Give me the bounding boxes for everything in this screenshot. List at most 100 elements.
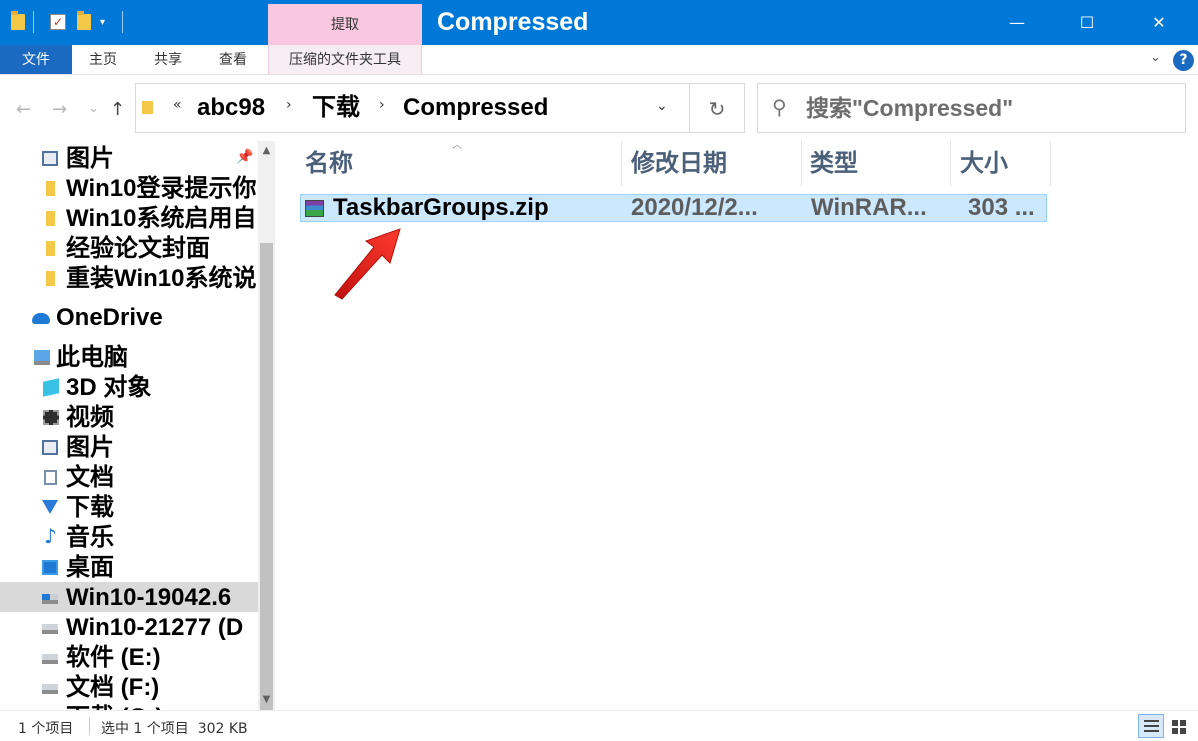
column-header-label: 修改日期 — [631, 150, 727, 177]
nav-item-pictures[interactable]: 图片 — [0, 432, 258, 462]
details-view-icon[interactable] — [1138, 714, 1164, 738]
breadcrumb-downloads[interactable]: 下载 — [312, 92, 360, 124]
search-box[interactable]: ⚲ — [757, 83, 1186, 133]
nav-item-label: 此电脑 — [56, 344, 128, 371]
scrollbar-thumb[interactable] — [260, 243, 273, 741]
nav-item-pictures-quick[interactable]: 图片 📌 — [0, 143, 258, 173]
window-title: Compressed — [437, 8, 589, 36]
scroll-up-icon[interactable]: ▲ — [258, 145, 275, 156]
refresh-button[interactable]: ↻ — [690, 83, 745, 133]
folder-icon — [46, 271, 55, 286]
new-folder-icon[interactable] — [77, 10, 91, 34]
drive-icon — [42, 654, 58, 664]
overflow-chevron[interactable]: « — [173, 97, 182, 113]
up-button[interactable]: ↑ — [110, 99, 125, 120]
expand-ribbon-icon[interactable]: ⌄ — [1150, 50, 1161, 65]
navigation-pane: 图片 📌 Win10登录提示你 Win10系统启用自 经验论文封面 重装Win1… — [0, 141, 258, 710]
nav-item-onedrive[interactable]: OneDrive — [0, 302, 258, 332]
address-dropdown-icon[interactable]: ⌄ — [656, 98, 668, 114]
quick-access-separator — [33, 10, 34, 34]
column-header-label: 类型 — [810, 150, 858, 177]
search-input[interactable] — [806, 92, 1176, 124]
help-icon[interactable]: ? — [1173, 50, 1194, 71]
breadcrumb-separator[interactable]: › — [379, 97, 385, 113]
close-button[interactable]: ✕ — [1124, 0, 1194, 45]
large-icons-view-icon[interactable] — [1166, 714, 1192, 738]
nav-item-label: 视频 — [66, 404, 114, 431]
column-header-size[interactable]: 大小 — [955, 141, 1051, 186]
column-header-type[interactable]: 类型 — [805, 141, 951, 186]
quick-access-separator — [122, 10, 123, 34]
folder-icon — [46, 211, 55, 226]
status-divider — [89, 717, 90, 735]
column-header-name[interactable]: 名称 — [300, 141, 622, 186]
nav-item-documents[interactable]: 文档 — [0, 462, 258, 492]
minimize-button[interactable]: — — [982, 0, 1052, 45]
nav-item-label: 重装Win10系统说 — [66, 265, 257, 292]
status-bar: 1 个项目 选中 1 个项目 302 KB — [0, 710, 1198, 741]
customize-quick-access-icon[interactable]: ▾ — [100, 10, 105, 34]
forward-button[interactable]: → — [52, 99, 67, 120]
nav-item-drive-e[interactable]: 软件 (E:) — [0, 642, 258, 672]
winrar-archive-icon — [305, 200, 324, 217]
breadcrumb-abc98[interactable]: abc98 — [197, 92, 265, 124]
this-pc-icon — [34, 350, 50, 365]
context-tab-extract[interactable]: 提取 — [268, 4, 422, 45]
tab-home[interactable]: 主页 — [75, 45, 131, 74]
pin-icon[interactable]: 📌 — [236, 149, 253, 165]
nav-item-label: Win10系统启用自 — [66, 205, 257, 232]
nav-item-label: Win10-19042.6 — [66, 584, 232, 611]
documents-icon — [44, 470, 57, 485]
nav-item-music[interactable]: ♪ 音乐 — [0, 522, 258, 552]
pictures-icon — [42, 440, 58, 455]
folder-icon — [46, 241, 55, 256]
folder-icon — [11, 10, 25, 34]
maximize-button[interactable]: ☐ — [1052, 0, 1122, 45]
nav-item-drive-f[interactable]: 文档 (F:) — [0, 672, 258, 702]
navigation-scrollbar[interactable]: ▲ ▼ — [258, 141, 275, 741]
nav-item-folder[interactable]: 经验论文封面 — [0, 233, 258, 263]
tab-share[interactable]: 共享 — [140, 45, 196, 74]
tab-file[interactable]: 文件 — [0, 45, 72, 74]
nav-item-drive-c[interactable]: Win10-19042.6 — [0, 582, 258, 612]
tab-view[interactable]: 查看 — [205, 45, 261, 74]
red-annotation-arrow — [334, 228, 401, 300]
music-icon: ♪ — [44, 524, 57, 548]
file-modified: 2020/12/2... — [631, 194, 758, 221]
file-name: TaskbarGroups.zip — [333, 194, 549, 221]
nav-item-drive-g[interactable]: 下载 (G:) — [0, 702, 258, 710]
nav-item-desktop[interactable]: 桌面 — [0, 552, 258, 582]
drive-icon — [42, 624, 58, 634]
nav-item-folder[interactable]: 重装Win10系统说 — [0, 263, 258, 293]
back-button[interactable]: ← — [16, 99, 31, 120]
nav-item-this-pc[interactable]: 此电脑 — [0, 342, 258, 372]
nav-item-downloads[interactable]: 下载 — [0, 492, 258, 522]
nav-item-videos[interactable]: 视频 — [0, 402, 258, 432]
file-row[interactable]: TaskbarGroups.zip 2020/12/2... WinRAR...… — [300, 194, 1047, 222]
column-header-date[interactable]: 修改日期 — [626, 141, 802, 186]
file-type: WinRAR... — [811, 194, 927, 221]
recent-locations-button[interactable]: ⌄ — [88, 101, 99, 116]
scroll-down-icon[interactable]: ▼ — [258, 694, 275, 705]
breadcrumb-compressed[interactable]: Compressed — [403, 92, 548, 124]
breadcrumb-separator[interactable]: › — [286, 97, 292, 113]
nav-item-folder[interactable]: Win10登录提示你 — [0, 173, 258, 203]
properties-icon[interactable]: ✓ — [50, 10, 66, 34]
nav-item-folder[interactable]: Win10系统启用自 — [0, 203, 258, 233]
nav-item-label: 桌面 — [66, 554, 114, 581]
nav-item-label: 下载 — [66, 494, 114, 521]
address-bar[interactable]: « abc98 › 下载 › Compressed ⌄ — [135, 83, 690, 133]
nav-item-label: 文档 (F:) — [66, 674, 160, 701]
column-header-label: 名称 — [305, 150, 353, 177]
navigation-row: ← → ⌄ ↑ « abc98 › 下载 › Compressed ⌄ ↻ ⚲ — [0, 75, 1198, 141]
nav-item-label: 图片 — [66, 434, 114, 461]
videos-icon — [43, 410, 59, 425]
nav-item-label: Win10-21277 (D — [66, 614, 244, 641]
3d-objects-icon — [43, 378, 59, 397]
nav-item-drive-d[interactable]: Win10-21277 (D — [0, 612, 258, 642]
nav-item-3d-objects[interactable]: 3D 对象 — [0, 372, 258, 402]
search-icon: ⚲ — [772, 95, 787, 119]
tab-compressed-folder-tools[interactable]: 压缩的文件夹工具 — [268, 45, 422, 74]
nav-item-label: 3D 对象 — [66, 374, 152, 401]
downloads-icon — [42, 500, 58, 514]
